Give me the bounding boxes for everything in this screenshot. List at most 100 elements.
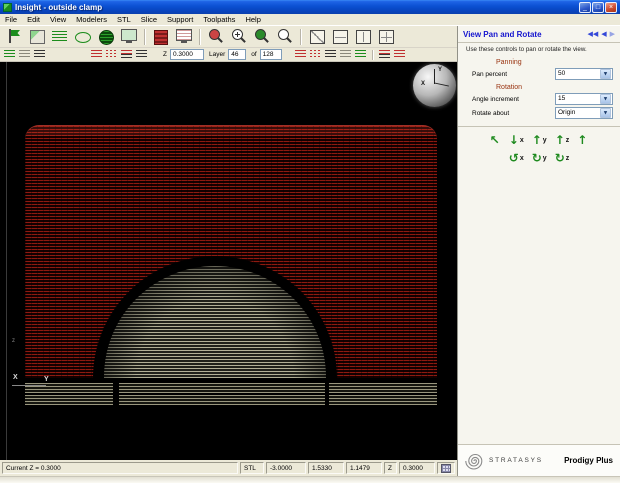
flag-icon[interactable] [3, 27, 24, 46]
show-mixed-curves-icon[interactable] [120, 49, 133, 60]
window-title: Insight - outside clamp [15, 2, 103, 12]
slice-lines-icon[interactable] [49, 27, 70, 46]
orientation-ball[interactable]: X Y [413, 64, 456, 107]
chevron-down-icon[interactable]: ▼ [600, 94, 611, 104]
menu-support[interactable]: Support [162, 15, 198, 24]
rotate-y-button[interactable]: ↻ y [532, 152, 547, 164]
model-icon[interactable] [26, 27, 47, 46]
window-bottom-edge [0, 476, 620, 483]
menu-toolpaths[interactable]: Toolpaths [198, 15, 240, 24]
pan-arrow-icon: ↑ [577, 133, 588, 147]
status-z-label: Z [384, 462, 397, 474]
pan-arrow-icon: ↓ [508, 133, 519, 147]
rotate-about-select[interactable]: Origin ▼ [555, 107, 613, 119]
z-field-label: Z [163, 51, 167, 58]
app-icon[interactable] [3, 2, 12, 12]
view-top-icon[interactable] [352, 27, 373, 46]
toolpath-monitor-icon[interactable] [173, 27, 194, 46]
base-segment [329, 383, 437, 405]
show-dark-curves-icon[interactable] [135, 49, 148, 60]
axis-y-label: Y [44, 376, 49, 383]
base-segment [119, 383, 325, 405]
view-front-icon[interactable] [329, 27, 350, 46]
grid-icon [441, 463, 451, 473]
zoom-curve-icon[interactable] [205, 27, 226, 46]
rotate-x-button[interactable]: ↺ x [509, 152, 524, 164]
angle-increment-value: 15 [558, 94, 566, 102]
style-red-dash-icon[interactable] [309, 49, 322, 60]
axis-x-label: X [13, 374, 18, 381]
pan-x-button[interactable]: ↓ x [509, 134, 524, 146]
panel-nav: ◀◀ ◀ ▶ [587, 31, 615, 38]
layer-total-input[interactable] [259, 49, 282, 60]
menu-stl[interactable]: STL [112, 15, 136, 24]
menu-edit[interactable]: Edit [22, 15, 45, 24]
pan-y-button[interactable]: ↑ y [532, 134, 547, 146]
style-mixed-icon[interactable] [378, 49, 391, 60]
layer-list-icon[interactable] [33, 49, 46, 60]
toolbar-separator [144, 28, 145, 45]
nav-back-all-icon[interactable]: ◀◀ [587, 31, 598, 38]
status-x-coord: -3.0000 [266, 462, 306, 474]
ball-y-label: Y [438, 67, 443, 73]
style-green-icon[interactable] [354, 49, 367, 60]
rotate-about-row: Rotate about Origin ▼ [458, 106, 620, 120]
menu-help[interactable]: Help [240, 15, 265, 24]
show-dashed-curves-icon[interactable] [105, 49, 118, 60]
menu-modelers[interactable]: Modelers [71, 15, 112, 24]
support-structure-icon[interactable] [150, 27, 171, 46]
ball-x-label: X [421, 81, 426, 87]
status-z-value: 0.3000 [399, 462, 435, 474]
support-sphere-icon[interactable] [95, 27, 116, 46]
style-gray-icon[interactable] [339, 49, 352, 60]
panel-title: View Pan and Rotate [463, 30, 542, 39]
model-viewport[interactable]: X Y z X Y [0, 62, 457, 460]
rotate-about-value: Origin [558, 108, 576, 116]
pan-buttons-row: ↖ ↓ x ↑ y ↑ z ↑ [458, 134, 620, 146]
menu-slice[interactable]: Slice [136, 15, 162, 24]
style-dark-icon[interactable] [324, 49, 337, 60]
angle-increment-select[interactable]: 15 ▼ [555, 93, 613, 105]
layer-toolbar: Z Layer of [0, 48, 457, 62]
minimize-button[interactable]: _ [579, 1, 591, 13]
rotate-buttons-row: ↺ x ↻ y ↻ z [458, 152, 620, 164]
product-name: Prodigy Plus [564, 456, 613, 465]
axis-line [12, 385, 46, 386]
menu-view[interactable]: View [45, 15, 71, 24]
zoom-window-icon[interactable] [274, 27, 295, 46]
view-iso-icon[interactable] [306, 27, 327, 46]
maximize-button[interactable]: □ [592, 1, 604, 13]
pan-percent-select[interactable]: 50 ▼ [555, 68, 613, 80]
status-grid-segment[interactable] [437, 462, 455, 474]
curve-icon[interactable] [72, 27, 93, 46]
preview-monitor-icon[interactable] [118, 27, 139, 46]
pan-diagonal-button[interactable]: ↖ [490, 134, 501, 146]
branding-area: STRATASYS Prodigy Plus [458, 444, 620, 476]
show-curves-icon[interactable] [90, 49, 103, 60]
rotate-about-label: Rotate about [472, 109, 510, 117]
rotate-z-button[interactable]: ↻ z [555, 152, 570, 164]
menu-file[interactable]: File [0, 15, 22, 24]
status-z-coord: 1.1479 [346, 462, 382, 474]
style-red-solid-icon[interactable] [294, 49, 307, 60]
viewport-frame-line [6, 62, 7, 460]
nav-forward-icon[interactable]: ▶ [610, 31, 615, 38]
nav-back-icon[interactable]: ◀ [601, 31, 606, 38]
view-side-icon[interactable] [375, 27, 396, 46]
angle-increment-row: Angle increment 15 ▼ [458, 92, 620, 106]
layer-input[interactable] [228, 49, 247, 60]
style-red2-icon[interactable] [393, 49, 406, 60]
layer-up-icon[interactable] [3, 49, 16, 60]
pan-z-button[interactable]: ↑ z [555, 134, 570, 146]
close-button[interactable]: × [605, 1, 617, 13]
z-input[interactable] [169, 49, 204, 60]
zoom-extents-icon[interactable] [251, 27, 272, 46]
chevron-down-icon[interactable]: ▼ [600, 69, 611, 79]
pan-up-button[interactable]: ↑ [577, 134, 588, 146]
rotate-arrow-icon: ↻ [531, 151, 542, 165]
layer-field-label: Layer [208, 51, 226, 58]
panel-header: View Pan and Rotate ◀◀ ◀ ▶ [458, 26, 620, 43]
layer-down-icon[interactable] [18, 49, 31, 60]
chevron-down-icon[interactable]: ▼ [600, 108, 611, 118]
zoom-in-icon[interactable] [228, 27, 249, 46]
